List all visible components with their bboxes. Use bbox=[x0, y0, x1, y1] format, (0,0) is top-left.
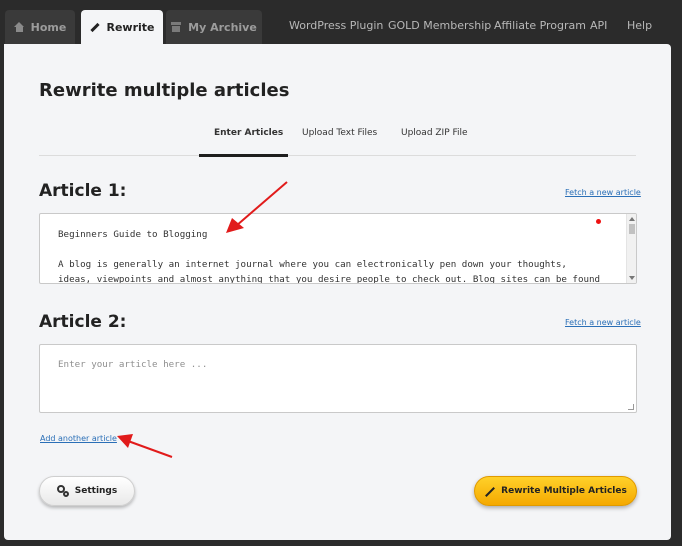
pencil-icon bbox=[89, 22, 101, 33]
nav-link-gold-membership[interactable]: GOLD Membership bbox=[388, 19, 491, 32]
tab-home[interactable]: Home bbox=[5, 10, 75, 44]
article-1-heading: Article 1: bbox=[39, 181, 127, 201]
settings-button[interactable]: Settings bbox=[39, 476, 135, 506]
article-2-heading: Article 2: bbox=[39, 312, 127, 332]
article-1-line: ideas, viewpoints and almost anything th… bbox=[58, 274, 601, 284]
gear-icon bbox=[56, 485, 69, 497]
nav-link-help[interactable]: Help bbox=[627, 19, 652, 32]
add-another-article-link[interactable]: Add another article bbox=[40, 434, 117, 443]
article-2-placeholder: Enter your article here ... bbox=[58, 359, 208, 370]
settings-button-label: Settings bbox=[74, 486, 118, 496]
fetch-article-2-link[interactable]: Fetch a new article bbox=[565, 318, 641, 327]
tab-my-archive-label: My Archive bbox=[188, 20, 257, 34]
subtab-upload-text-files[interactable]: Upload Text Files bbox=[302, 128, 377, 138]
subtab-divider bbox=[39, 155, 636, 156]
scroll-down-icon[interactable] bbox=[629, 276, 635, 280]
subtab-active-indicator bbox=[199, 154, 288, 157]
tab-my-archive[interactable]: My Archive bbox=[166, 10, 262, 44]
subtab-enter-articles[interactable]: Enter Articles bbox=[214, 128, 283, 138]
article-1-line: A blog is generally an internet journal … bbox=[58, 259, 567, 270]
main-panel: Rewrite multiple articles Enter Articles… bbox=[4, 44, 671, 540]
scroll-up-icon[interactable] bbox=[629, 217, 635, 221]
annotation-dot bbox=[596, 219, 601, 224]
magic-wand-icon bbox=[484, 486, 496, 497]
tab-home-label: Home bbox=[30, 20, 67, 34]
archive-icon bbox=[171, 21, 182, 33]
article-1-textarea[interactable]: Beginners Guide to Blogging A blog is ge… bbox=[39, 213, 637, 284]
subtab-upload-zip-file[interactable]: Upload ZIP File bbox=[401, 128, 468, 138]
nav-link-wordpress-plugin[interactable]: WordPress Plugin bbox=[289, 19, 383, 32]
article-1-scrollbar[interactable] bbox=[626, 214, 636, 283]
article-2-textarea[interactable]: Enter your article here ... bbox=[39, 344, 637, 413]
tab-rewrite[interactable]: Rewrite bbox=[81, 10, 163, 44]
scroll-thumb[interactable] bbox=[629, 224, 635, 234]
home-icon bbox=[13, 21, 25, 33]
rewrite-button-label: Rewrite Multiple Articles bbox=[501, 486, 627, 496]
rewrite-multiple-articles-button[interactable]: Rewrite Multiple Articles bbox=[474, 476, 637, 506]
nav-link-api[interactable]: API bbox=[590, 19, 607, 32]
tab-rewrite-label: Rewrite bbox=[106, 20, 155, 34]
nav-link-affiliate-program[interactable]: Affiliate Program bbox=[494, 19, 586, 32]
fetch-article-1-link[interactable]: Fetch a new article bbox=[565, 188, 641, 197]
page-title: Rewrite multiple articles bbox=[39, 80, 290, 101]
top-navigation: Home Rewrite My Archive WordPress Plugin… bbox=[0, 0, 682, 44]
resize-handle-icon[interactable] bbox=[628, 404, 634, 410]
article-1-line: Beginners Guide to Blogging bbox=[58, 229, 208, 240]
